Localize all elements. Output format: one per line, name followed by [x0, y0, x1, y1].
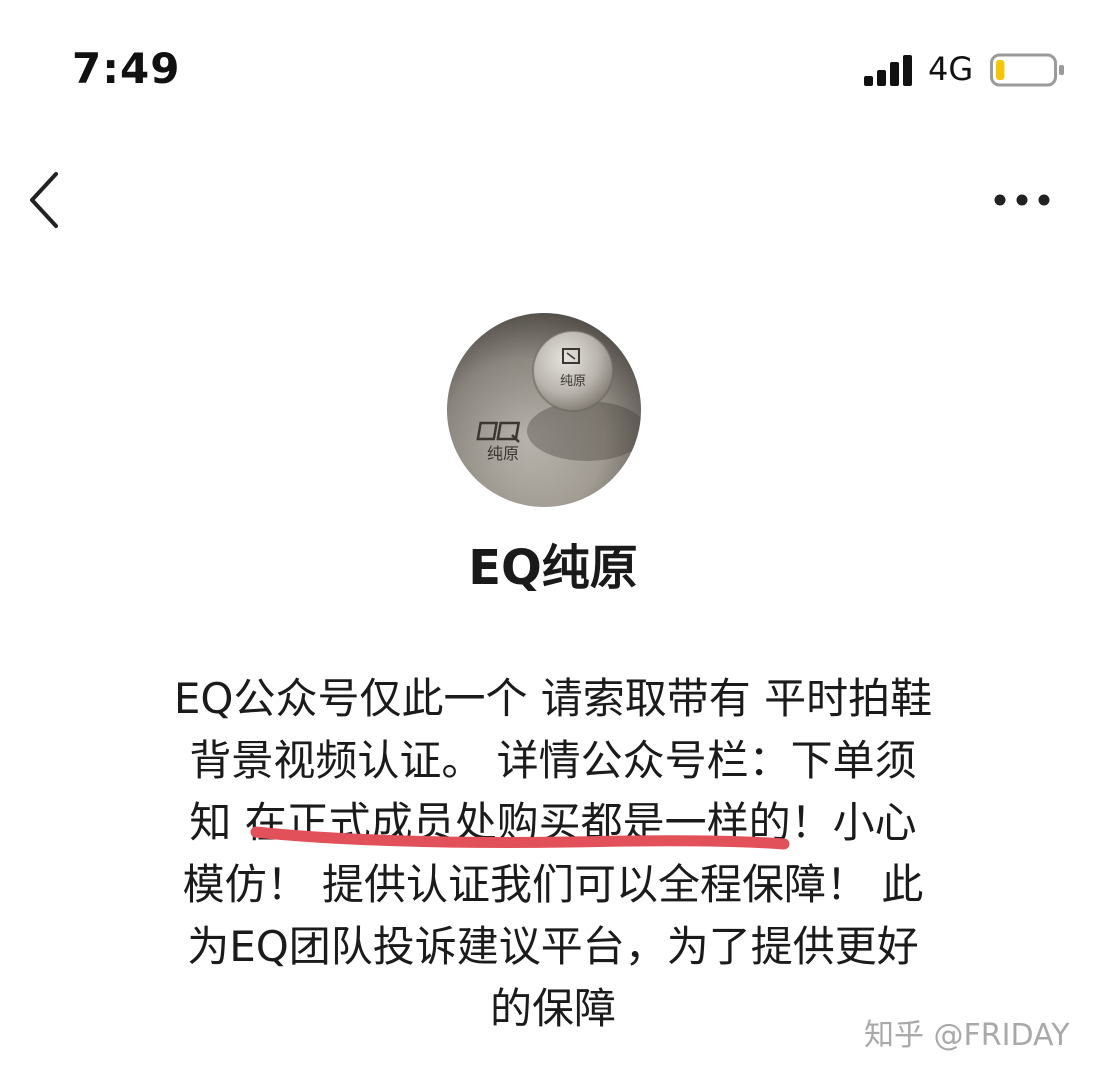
profile-description: EQ公众号仅此一个 请索取带有 平时拍鞋 背景视频认证。 详情公众号栏：下单须 …	[120, 668, 986, 1040]
description-line: 为EQ团队投诉建议平台，为了提供更好	[187, 922, 919, 971]
chevron-left-icon	[30, 172, 58, 228]
nav-bar	[0, 150, 1106, 250]
status-time: 7:49	[72, 44, 181, 93]
description-line: 背景视频认证。 详情公众号栏：下单须	[189, 736, 917, 785]
description-line: 的保障	[489, 984, 616, 1033]
description-line: EQ公众号仅此一个 请索取带有 平时拍鞋	[173, 674, 933, 723]
network-type: 4G	[928, 50, 974, 88]
back-button[interactable]	[20, 168, 76, 232]
profile-name: EQ纯原	[468, 540, 638, 596]
watermark: 知乎 @FRIDAY	[864, 1018, 1070, 1053]
more-horizontal-icon	[994, 194, 1050, 206]
description-line: 模仿！ 提供认证我们可以全程保障！ 此	[182, 860, 924, 909]
signal-strength-icon	[864, 55, 912, 86]
avatar-stud-text: 纯原	[560, 374, 586, 389]
avatar-logo-text: 纯原	[487, 444, 519, 463]
battery-icon	[990, 53, 1064, 87]
status-bar: 7:49 4G	[0, 0, 1106, 130]
description-line: 知 在正式成员处购买都是一样的！小心	[189, 798, 917, 847]
profile-avatar[interactable]: 纯原 纯原	[447, 313, 641, 507]
more-options-button[interactable]	[984, 172, 1064, 228]
avatar-image: 纯原 纯原	[447, 313, 641, 507]
